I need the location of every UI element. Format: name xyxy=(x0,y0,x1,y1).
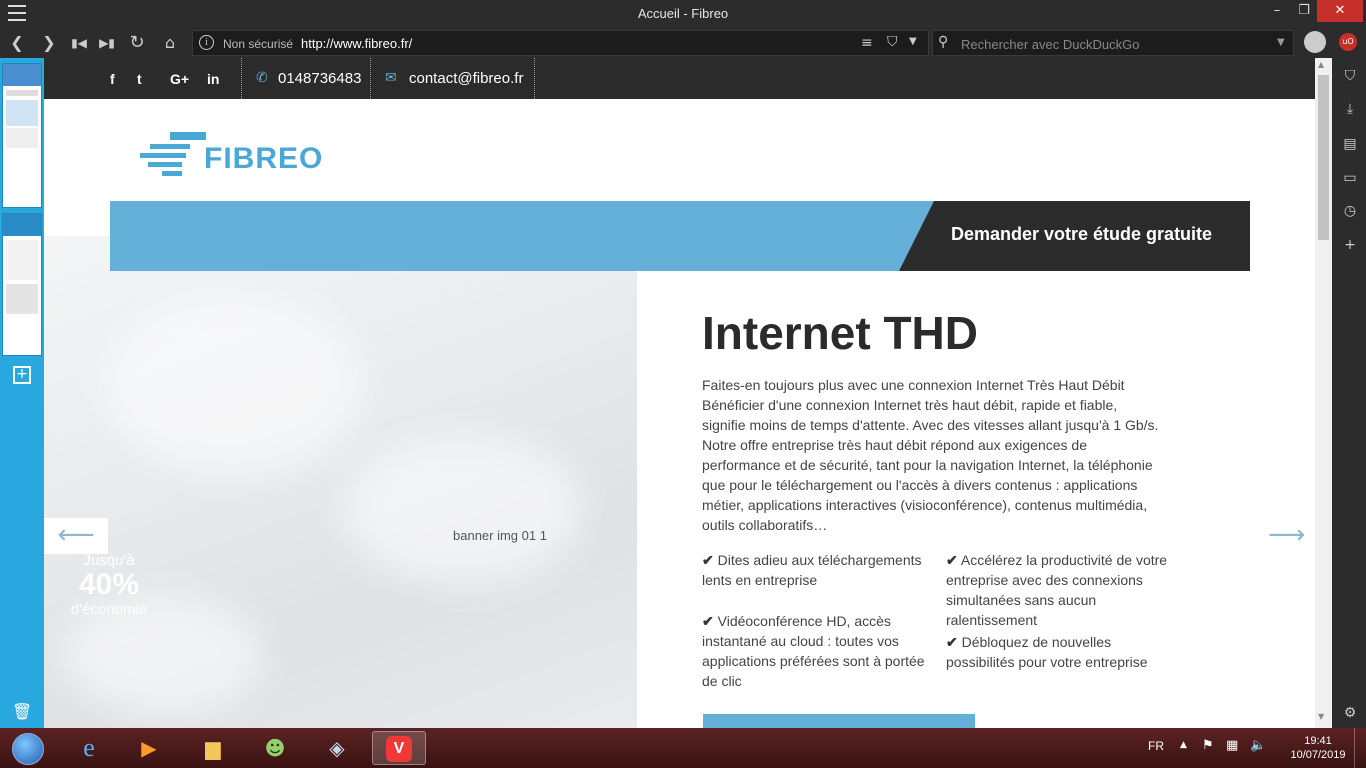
fast-forward-icon[interactable]: ▶▮ xyxy=(96,32,118,54)
address-field[interactable]: i Non sécurisé http://www.fibreo.fr/ ≡ ⛉… xyxy=(192,30,929,56)
tab-thumbnail-2[interactable] xyxy=(2,213,42,356)
add-panel-icon[interactable]: + xyxy=(1342,237,1358,253)
screen: Accueil - Fibreo – ❐ ✕ ❮ ❯ ▮◀ ▶▮ ↻ ⌂ i N… xyxy=(0,0,1366,768)
file-explorer-icon[interactable]: ▆ xyxy=(186,731,240,765)
cta-label[interactable]: Demander votre étude gratuite xyxy=(951,224,1212,245)
promo-percent: 40% xyxy=(78,568,140,601)
web-page: f t G+ in ✆ 0148736483 ✉ contact@fibreo.… xyxy=(44,58,1315,728)
feature-item: ✔ Débloquez de nouvelles possibilités po… xyxy=(946,632,1171,672)
twitter-icon[interactable]: t xyxy=(137,71,142,87)
trash-icon[interactable]: 🗑 xyxy=(12,702,32,721)
bookmarks-panel-icon[interactable]: ⛉ xyxy=(1342,68,1358,84)
avatar[interactable] xyxy=(1304,31,1326,53)
clock[interactable]: 19:41 10/07/2019 xyxy=(1290,734,1346,762)
window-panel-icon[interactable]: ▭ xyxy=(1342,170,1358,186)
users-icon[interactable]: ☻ xyxy=(248,731,302,765)
flag-icon[interactable]: ⚑ xyxy=(1202,738,1214,753)
language-indicator[interactable]: FR xyxy=(1148,739,1164,753)
forward-icon[interactable]: ❯ xyxy=(38,32,60,54)
chevron-down-icon[interactable]: ▼ xyxy=(909,36,917,47)
scroll-thumb[interactable] xyxy=(1318,75,1329,240)
scroll-down-icon[interactable]: ▼ xyxy=(1318,712,1324,721)
slider-next-arrow-icon[interactable]: ⟶ xyxy=(1268,518,1305,554)
search-engine-chevron-icon[interactable]: ▼ xyxy=(1277,37,1285,48)
tray-expand-icon[interactable]: ▲ xyxy=(1180,740,1187,750)
feature-text: Dites adieu aux téléchargements lents en… xyxy=(702,552,922,588)
reload-icon[interactable]: ↻ xyxy=(126,32,148,54)
maximize-button[interactable]: ❐ xyxy=(1292,0,1316,22)
clock-date: 10/07/2019 xyxy=(1290,749,1346,761)
scroll-up-icon[interactable]: ▲ xyxy=(1318,60,1324,69)
check-icon: ✔ xyxy=(702,613,714,629)
email-icon: ✉ xyxy=(385,70,397,86)
description: Faites-en toujours plus avec une connexi… xyxy=(702,377,1159,533)
layers-app-icon[interactable]: ◈ xyxy=(310,731,364,765)
facebook-icon[interactable]: f xyxy=(110,71,115,87)
site-top-bar: f t G+ in ✆ 0148736483 ✉ contact@fibreo.… xyxy=(44,58,1315,99)
search-placeholder: Rechercher avec DuckDuckGo xyxy=(961,37,1140,52)
start-button[interactable] xyxy=(2,730,56,766)
window-title: Accueil - Fibreo xyxy=(637,6,729,21)
check-icon: ✔ xyxy=(946,634,958,650)
reader-view-icon[interactable]: ≡ xyxy=(861,35,873,51)
internet-explorer-icon[interactable]: e xyxy=(62,731,116,765)
email-link[interactable]: contact@fibreo.fr xyxy=(409,70,523,87)
show-desktop-button[interactable] xyxy=(1354,728,1366,768)
bookmark-icon[interactable]: ⛉ xyxy=(887,34,898,50)
network-icon[interactable]: ▦ xyxy=(1226,738,1238,753)
promo-line-1: Jusqu'à xyxy=(83,552,135,569)
feature-item: ✔ Accélérez la productivité de votre ent… xyxy=(946,550,1171,630)
slider-prev-arrow-icon[interactable]: ⟵ xyxy=(44,518,108,554)
divider xyxy=(534,58,535,99)
banner-image xyxy=(44,236,637,728)
close-button[interactable]: ✕ xyxy=(1317,0,1363,22)
search-icon: ⚲ xyxy=(938,34,949,50)
phone-number[interactable]: 0148736483 xyxy=(278,70,361,87)
side-panel-bar xyxy=(1334,58,1366,728)
tab-panel: + 🗑 xyxy=(0,58,44,728)
notes-panel-icon[interactable]: ▤ xyxy=(1342,136,1358,152)
title-bar: Accueil - Fibreo – ❐ ✕ xyxy=(0,0,1366,28)
media-player-icon[interactable]: ▶ xyxy=(122,731,176,765)
more-info-button[interactable] xyxy=(703,714,975,728)
vivaldi-icon[interactable]: V xyxy=(372,731,426,765)
divider xyxy=(370,58,371,99)
settings-icon[interactable]: ⚙ xyxy=(1342,705,1358,721)
check-icon: ✔ xyxy=(946,552,958,568)
feature-text: Accélérez la productivité de votre entre… xyxy=(946,552,1168,628)
address-toolbar: ❮ ❯ ▮◀ ▶▮ ↻ ⌂ i Non sécurisé http://www.… xyxy=(0,28,1366,58)
search-field[interactable]: ⚲ Rechercher avec DuckDuckGo ▼ xyxy=(932,30,1294,56)
url-text[interactable]: http://www.fibreo.fr/ xyxy=(301,36,412,51)
downloads-panel-icon[interactable]: ⤓ xyxy=(1342,101,1358,117)
site-info-icon[interactable]: i xyxy=(199,35,214,50)
banner-alt-text: banner img 01 1 xyxy=(453,528,547,543)
promo-badge: Jusqu'à 40% d'économie xyxy=(44,552,174,618)
ublock-icon[interactable]: uO xyxy=(1339,33,1357,51)
feature-text: Vidéoconférence HD, accès instantané au … xyxy=(702,613,925,689)
feature-text: Débloquez de nouvelles possibilités pour… xyxy=(946,634,1148,670)
page-title: Internet THD xyxy=(702,307,978,359)
new-tab-icon[interactable]: + xyxy=(13,366,31,384)
volume-icon[interactable]: 🔈 xyxy=(1250,738,1266,753)
clock-time: 19:41 xyxy=(1304,735,1332,747)
google-plus-icon[interactable]: G+ xyxy=(170,71,189,87)
check-icon: ✔ xyxy=(702,552,714,568)
promo-line-3: d'économie xyxy=(70,601,148,618)
feature-item: ✔ Dites adieu aux téléchargements lents … xyxy=(702,550,927,590)
phone-icon: ✆ xyxy=(256,70,268,86)
linkedin-icon[interactable]: in xyxy=(207,71,219,87)
logo-mark-icon[interactable] xyxy=(140,132,206,176)
divider xyxy=(241,58,242,99)
history-panel-icon[interactable]: ◷ xyxy=(1342,203,1358,219)
rewind-icon[interactable]: ▮◀ xyxy=(68,32,90,54)
home-icon[interactable]: ⌂ xyxy=(159,32,181,54)
back-icon[interactable]: ❮ xyxy=(6,32,28,54)
tab-thumbnail-1[interactable] xyxy=(2,63,42,208)
insecure-label: Non sécurisé xyxy=(223,37,294,51)
taskbar: e ▶ ▆ ☻ ◈ V FR ▲ ⚑ ▦ 🔈 19:41 10/07/2019 xyxy=(0,728,1366,768)
minimize-button[interactable]: – xyxy=(1265,0,1289,22)
site-logo[interactable]: FIBREO xyxy=(204,142,323,176)
feature-item: ✔ Vidéoconférence HD, accès instantané a… xyxy=(702,611,927,691)
